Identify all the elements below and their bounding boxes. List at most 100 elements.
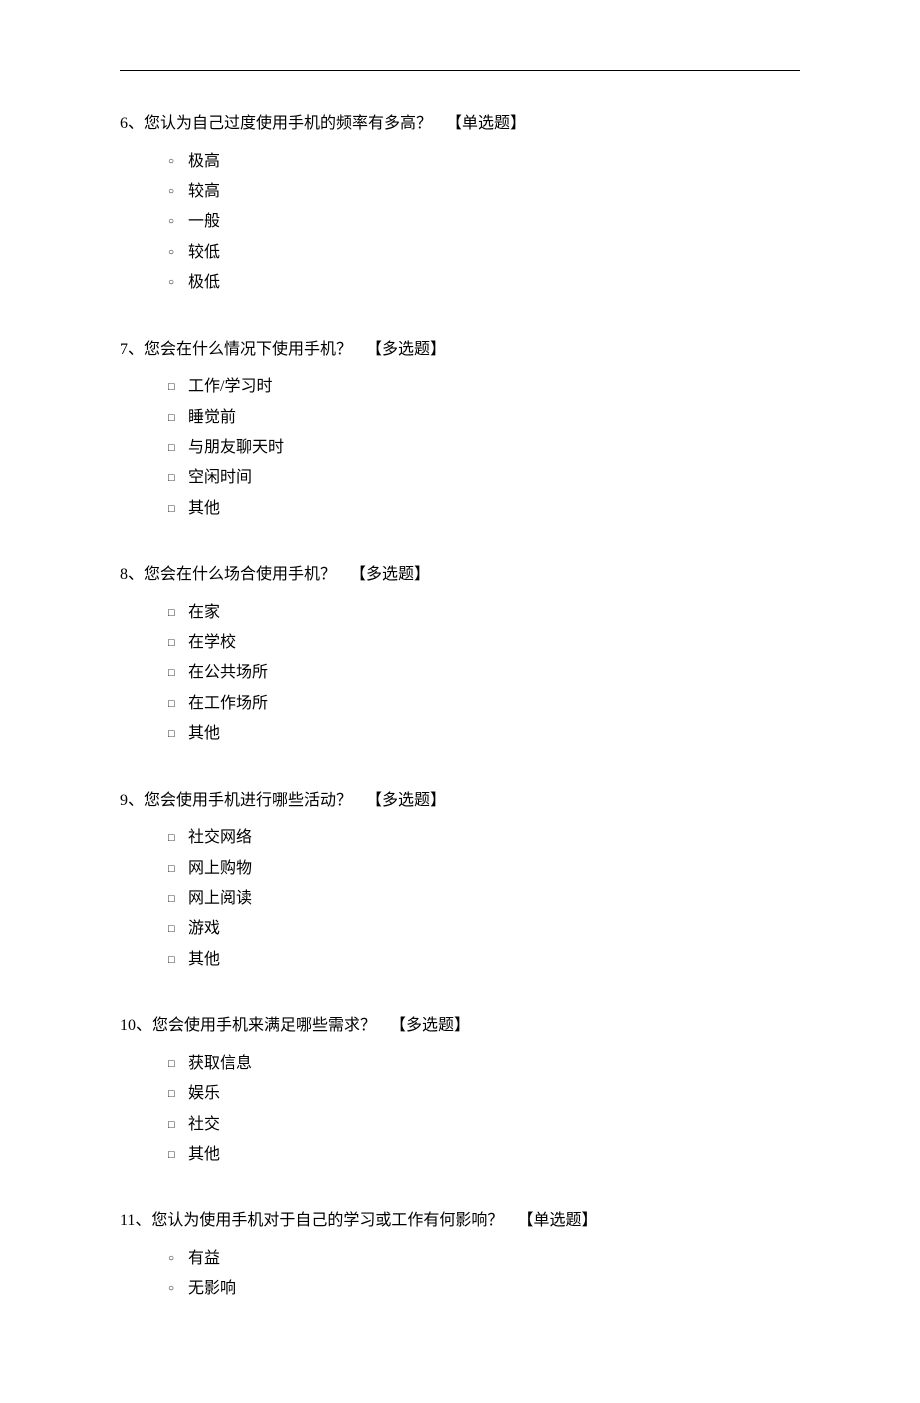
option-label: 极低 bbox=[188, 268, 220, 298]
radio-marker-icon bbox=[168, 268, 188, 298]
question-block: 6、您认为自己过度使用手机的频率有多高？【单选题】极高较高一般较低极低 bbox=[120, 111, 800, 299]
options-list: 获取信息娱乐社交其他 bbox=[120, 1049, 800, 1171]
option-item[interactable]: 其他 bbox=[168, 494, 800, 524]
option-item[interactable]: 空闲时间 bbox=[168, 463, 800, 493]
option-item[interactable]: 工作/学习时 bbox=[168, 372, 800, 402]
option-label: 网上购物 bbox=[188, 854, 252, 884]
options-list: 在家在学校在公共场所在工作场所其他 bbox=[120, 598, 800, 750]
option-item[interactable]: 社交 bbox=[168, 1110, 800, 1140]
question-title: 9、您会使用手机进行哪些活动？ 【多选题】 bbox=[120, 788, 800, 814]
option-item[interactable]: 较低 bbox=[168, 238, 800, 268]
checkbox-marker-icon bbox=[168, 598, 188, 628]
option-label: 工作/学习时 bbox=[188, 372, 272, 402]
option-label: 其他 bbox=[188, 945, 220, 975]
question-text: 您会在什么场合使用手机？ bbox=[144, 566, 336, 583]
question-number: 8、 bbox=[120, 566, 144, 583]
questions-container: 6、您认为自己过度使用手机的频率有多高？【单选题】极高较高一般较低极低7、您会在… bbox=[120, 111, 800, 1305]
question-number: 11、 bbox=[120, 1212, 151, 1229]
options-list: 有益无影响 bbox=[120, 1244, 800, 1305]
option-label: 一般 bbox=[188, 207, 220, 237]
question-text: 您会使用手机来满足哪些需求？ bbox=[152, 1017, 376, 1034]
option-label: 无影响 bbox=[188, 1274, 236, 1304]
checkbox-marker-icon bbox=[168, 884, 188, 914]
option-item[interactable]: 获取信息 bbox=[168, 1049, 800, 1079]
checkbox-marker-icon bbox=[168, 1049, 188, 1079]
checkbox-marker-icon bbox=[168, 372, 188, 402]
document-page: 6、您认为自己过度使用手机的频率有多高？【单选题】极高较高一般较低极低7、您会在… bbox=[0, 0, 920, 1403]
radio-marker-icon bbox=[168, 147, 188, 177]
option-label: 睡觉前 bbox=[188, 403, 236, 433]
checkbox-marker-icon bbox=[168, 823, 188, 853]
option-item[interactable]: 网上阅读 bbox=[168, 884, 800, 914]
option-item[interactable]: 无影响 bbox=[168, 1274, 800, 1304]
option-label: 较高 bbox=[188, 177, 220, 207]
option-item[interactable]: 一般 bbox=[168, 207, 800, 237]
checkbox-marker-icon bbox=[168, 494, 188, 524]
checkbox-marker-icon bbox=[168, 433, 188, 463]
radio-marker-icon bbox=[168, 207, 188, 237]
option-item[interactable]: 娱乐 bbox=[168, 1079, 800, 1109]
question-title: 6、您认为自己过度使用手机的频率有多高？【单选题】 bbox=[120, 111, 800, 137]
option-item[interactable]: 极高 bbox=[168, 147, 800, 177]
question-number: 10、 bbox=[120, 1017, 152, 1034]
option-label: 获取信息 bbox=[188, 1049, 252, 1079]
option-item[interactable]: 较高 bbox=[168, 177, 800, 207]
question-title: 10、您会使用手机来满足哪些需求？ 【多选题】 bbox=[120, 1013, 800, 1039]
question-block: 9、您会使用手机进行哪些活动？ 【多选题】社交网络网上购物网上阅读游戏其他 bbox=[120, 788, 800, 976]
checkbox-marker-icon bbox=[168, 945, 188, 975]
option-item[interactable]: 在工作场所 bbox=[168, 689, 800, 719]
checkbox-marker-icon bbox=[168, 1110, 188, 1140]
option-item[interactable]: 游戏 bbox=[168, 914, 800, 944]
option-label: 有益 bbox=[188, 1244, 220, 1274]
option-label: 在工作场所 bbox=[188, 689, 268, 719]
options-list: 极高较高一般较低极低 bbox=[120, 147, 800, 299]
option-label: 在家 bbox=[188, 598, 220, 628]
option-item[interactable]: 其他 bbox=[168, 719, 800, 749]
checkbox-marker-icon bbox=[168, 719, 188, 749]
question-title: 8、您会在什么场合使用手机？ 【多选题】 bbox=[120, 562, 800, 588]
question-type-tag: 【多选题】 bbox=[366, 792, 446, 809]
question-type-tag: 【多选题】 bbox=[390, 1017, 470, 1034]
option-label: 在学校 bbox=[188, 628, 236, 658]
option-item[interactable]: 其他 bbox=[168, 1140, 800, 1170]
option-label: 游戏 bbox=[188, 914, 220, 944]
option-item[interactable]: 有益 bbox=[168, 1244, 800, 1274]
radio-marker-icon bbox=[168, 1274, 188, 1304]
question-number: 9、 bbox=[120, 792, 144, 809]
question-title: 7、您会在什么情况下使用手机？【多选题】 bbox=[120, 337, 800, 363]
option-item[interactable]: 网上购物 bbox=[168, 854, 800, 884]
question-text: 您认为自己过度使用手机的频率有多高？ bbox=[144, 115, 432, 132]
option-item[interactable]: 与朋友聊天时 bbox=[168, 433, 800, 463]
option-item[interactable]: 极低 bbox=[168, 268, 800, 298]
option-item[interactable]: 其他 bbox=[168, 945, 800, 975]
question-block: 7、您会在什么情况下使用手机？【多选题】工作/学习时睡觉前与朋友聊天时空闲时间其… bbox=[120, 337, 800, 525]
option-item[interactable]: 睡觉前 bbox=[168, 403, 800, 433]
checkbox-marker-icon bbox=[168, 689, 188, 719]
question-number: 7、 bbox=[120, 341, 144, 358]
question-type-tag: 【单选题】 bbox=[446, 115, 526, 132]
option-label: 社交 bbox=[188, 1110, 220, 1140]
question-text: 您会在什么情况下使用手机？ bbox=[144, 341, 352, 358]
checkbox-marker-icon bbox=[168, 658, 188, 688]
question-text: 您认为使用手机对于自己的学习或工作有何影响？ bbox=[151, 1212, 503, 1229]
option-label: 与朋友聊天时 bbox=[188, 433, 284, 463]
checkbox-marker-icon bbox=[168, 463, 188, 493]
option-item[interactable]: 在公共场所 bbox=[168, 658, 800, 688]
question-type-tag: 【多选题】 bbox=[350, 566, 430, 583]
option-label: 极高 bbox=[188, 147, 220, 177]
option-item[interactable]: 在学校 bbox=[168, 628, 800, 658]
option-label: 其他 bbox=[188, 1140, 220, 1170]
radio-marker-icon bbox=[168, 177, 188, 207]
option-label: 空闲时间 bbox=[188, 463, 252, 493]
option-item[interactable]: 在家 bbox=[168, 598, 800, 628]
question-text: 您会使用手机进行哪些活动？ bbox=[144, 792, 352, 809]
checkbox-marker-icon bbox=[168, 1140, 188, 1170]
checkbox-marker-icon bbox=[168, 403, 188, 433]
question-type-tag: 【单选题】 bbox=[517, 1212, 597, 1229]
option-item[interactable]: 社交网络 bbox=[168, 823, 800, 853]
option-label: 娱乐 bbox=[188, 1079, 220, 1109]
question-block: 8、您会在什么场合使用手机？ 【多选题】在家在学校在公共场所在工作场所其他 bbox=[120, 562, 800, 750]
options-list: 工作/学习时睡觉前与朋友聊天时空闲时间其他 bbox=[120, 372, 800, 524]
checkbox-marker-icon bbox=[168, 854, 188, 884]
radio-marker-icon bbox=[168, 1244, 188, 1274]
